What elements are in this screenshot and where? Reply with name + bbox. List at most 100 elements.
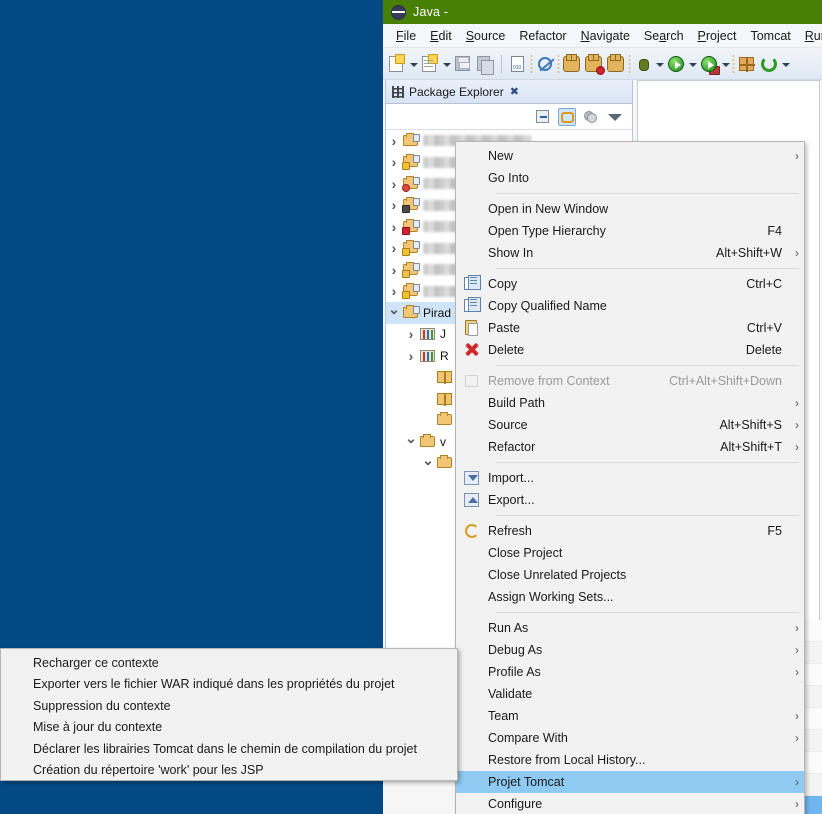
- menu-item-copy[interactable]: Copy Ctrl+C: [456, 273, 804, 295]
- run-server-icon[interactable]: [699, 54, 720, 75]
- skip-breakpoints-icon[interactable]: [535, 54, 555, 74]
- menu-project[interactable]: Project: [691, 27, 744, 45]
- menu-item-label: Open Type Hierarchy: [488, 224, 606, 238]
- projet-tomcat-submenu[interactable]: Recharger ce contexte Exporter vers le fi…: [0, 648, 458, 781]
- link-with-editor-button[interactable]: [558, 107, 576, 126]
- chevron-right-icon[interactable]: [386, 154, 402, 170]
- menu-item-label: Close Unrelated Projects: [488, 568, 627, 582]
- menu-item-source[interactable]: Source Alt+Shift+S ›: [456, 414, 804, 436]
- submenu-item-suppression-du-contexte[interactable]: Suppression du contexte: [1, 695, 457, 717]
- menu-item-projet-tomcat[interactable]: Projet Tomcat ›: [456, 771, 804, 793]
- filters-button[interactable]: [582, 108, 600, 126]
- menu-run[interactable]: Run: [798, 27, 822, 45]
- menu-separator: [496, 268, 798, 269]
- menu-item-run-as[interactable]: Run As ›: [456, 617, 804, 639]
- submenu-item-d-clarer-les-librairies-tomcat-dans-le-c[interactable]: Déclarer les librairies Tomcat dans le c…: [1, 738, 457, 760]
- close-icon[interactable]: ✖: [510, 85, 519, 98]
- menu-separator: [496, 612, 798, 613]
- menu-file[interactable]: File: [389, 27, 423, 45]
- menu-item-import[interactable]: Import...: [456, 467, 804, 489]
- menu-item-delete[interactable]: Delete Delete: [456, 339, 804, 361]
- view-menu-button[interactable]: [606, 108, 624, 126]
- menu-item-label: Compare With: [488, 731, 568, 745]
- menu-item-show-in[interactable]: Show In Alt+Shift+W ›: [456, 242, 804, 264]
- open-task-icon[interactable]: [759, 54, 779, 74]
- menu-search[interactable]: Search: [637, 27, 691, 45]
- menu-navigate[interactable]: Navigate: [574, 27, 637, 45]
- menu-tomcat[interactable]: Tomcat: [743, 27, 797, 45]
- toolbar-dots: [732, 53, 735, 74]
- submenu-item-label: Mise à jour du contexte: [33, 720, 163, 735]
- java-project-error-icon: [402, 218, 420, 235]
- menu-item-profile-as[interactable]: Profile As ›: [456, 661, 804, 683]
- menu-item-validate[interactable]: Validate: [456, 683, 804, 705]
- tomcat-restart-icon[interactable]: [606, 53, 626, 74]
- submenu-item-mise-jour-du-contexte[interactable]: Mise à jour du contexte: [1, 717, 457, 739]
- submenu-arrow-icon: ›: [795, 775, 799, 789]
- menu-item-restore-from-local-history[interactable]: Restore from Local History...: [456, 749, 804, 771]
- chevron-right-icon[interactable]: [386, 197, 402, 213]
- menu-item-open-type-hierarchy[interactable]: Open Type Hierarchy F4: [456, 220, 804, 242]
- project-context-menu[interactable]: New › Go Into Open in New Window Open Type H…: [455, 141, 805, 814]
- tab-package-explorer[interactable]: Package Explorer ✖: [386, 80, 632, 104]
- chevron-right-icon[interactable]: [386, 240, 402, 256]
- new-wizard-dropdown-arrow-icon[interactable]: [409, 55, 418, 73]
- menu-item-assign-working-sets[interactable]: Assign Working Sets...: [456, 586, 804, 608]
- menu-item-copy-qualified-name[interactable]: Copy Qualified Name: [456, 295, 804, 317]
- chevron-right-icon[interactable]: [386, 219, 402, 235]
- menu-item-open-in-new-window[interactable]: Open in New Window: [456, 198, 804, 220]
- tomcat-start-icon[interactable]: [562, 53, 582, 74]
- menu-icon-slot: [456, 793, 488, 814]
- run-server-dropdown-arrow-icon[interactable]: [721, 55, 730, 73]
- debug-icon[interactable]: [633, 54, 653, 74]
- menu-item-close-project[interactable]: Close Project: [456, 542, 804, 564]
- debug-dropdown-arrow-icon[interactable]: [655, 55, 664, 73]
- folder-icon: [436, 412, 454, 428]
- menu-icon-slot: [456, 617, 488, 639]
- menu-refactor[interactable]: Refactor: [512, 27, 573, 45]
- menu-item-refresh[interactable]: Refresh F5: [456, 520, 804, 542]
- open-task-dropdown-arrow-icon[interactable]: [781, 55, 790, 73]
- new-java-dropdown-arrow-icon[interactable]: [442, 55, 451, 73]
- chevron-right-icon[interactable]: [403, 326, 419, 342]
- menu-item-compare-with[interactable]: Compare With ›: [456, 727, 804, 749]
- menu-source[interactable]: Source: [459, 27, 513, 45]
- submenu-item-recharger-ce-contexte[interactable]: Recharger ce contexte: [1, 652, 457, 674]
- menu-item-refactor[interactable]: Refactor Alt+Shift+T ›: [456, 436, 804, 458]
- menu-icon-slot: [456, 242, 488, 264]
- new-package-icon[interactable]: [737, 54, 757, 74]
- collapse-all-button[interactable]: [534, 108, 552, 126]
- chevron-right-icon[interactable]: [386, 283, 402, 299]
- menu-item-debug-as[interactable]: Debug As ›: [456, 639, 804, 661]
- menu-edit[interactable]: Edit: [423, 27, 459, 45]
- submenu-item-exporter-vers-le-fichier-war-indiqu-dans[interactable]: Exporter vers le fichier WAR indiqué dan…: [1, 674, 457, 696]
- chevron-right-icon[interactable]: [386, 262, 402, 278]
- menu-item-paste[interactable]: Paste Ctrl+V: [456, 317, 804, 339]
- chevron-right-icon[interactable]: [403, 348, 419, 364]
- submenu-item-cr-ation-du-r-pertoire-work-pour-les-jsp[interactable]: Création du répertoire 'work' pour les J…: [1, 760, 457, 782]
- run-dropdown-arrow-icon[interactable]: [688, 55, 697, 73]
- chevron-right-icon[interactable]: [386, 133, 402, 149]
- chevron-down-icon[interactable]: [386, 304, 402, 321]
- tree-item-name: R: [440, 348, 449, 363]
- chevron-down-icon[interactable]: [420, 455, 436, 472]
- new-wizard-icon[interactable]: [387, 53, 407, 74]
- menu-item-new[interactable]: New ›: [456, 145, 804, 167]
- save-all-icon[interactable]: [475, 54, 495, 75]
- tomcat-stop-icon[interactable]: [584, 53, 605, 75]
- submenu-arrow-icon: ›: [795, 731, 799, 745]
- menu-item-build-path[interactable]: Build Path ›: [456, 392, 804, 414]
- menu-item-team[interactable]: Team ›: [456, 705, 804, 727]
- new-class-010-icon[interactable]: [508, 54, 528, 74]
- chevron-right-icon[interactable]: [386, 176, 402, 192]
- save-icon[interactable]: [453, 54, 473, 74]
- new-java-file-icon[interactable]: [420, 53, 440, 74]
- menu-item-label: Show In: [488, 246, 534, 260]
- menu-item-go-into[interactable]: Go Into: [456, 167, 804, 189]
- menu-icon-slot: [456, 727, 488, 749]
- chevron-down-icon[interactable]: [403, 433, 419, 450]
- menu-item-export[interactable]: Export...: [456, 489, 804, 511]
- menu-item-configure[interactable]: Configure ›: [456, 793, 804, 814]
- menu-item-close-unrelated-projects[interactable]: Close Unrelated Projects: [456, 564, 804, 586]
- run-icon[interactable]: [666, 54, 686, 74]
